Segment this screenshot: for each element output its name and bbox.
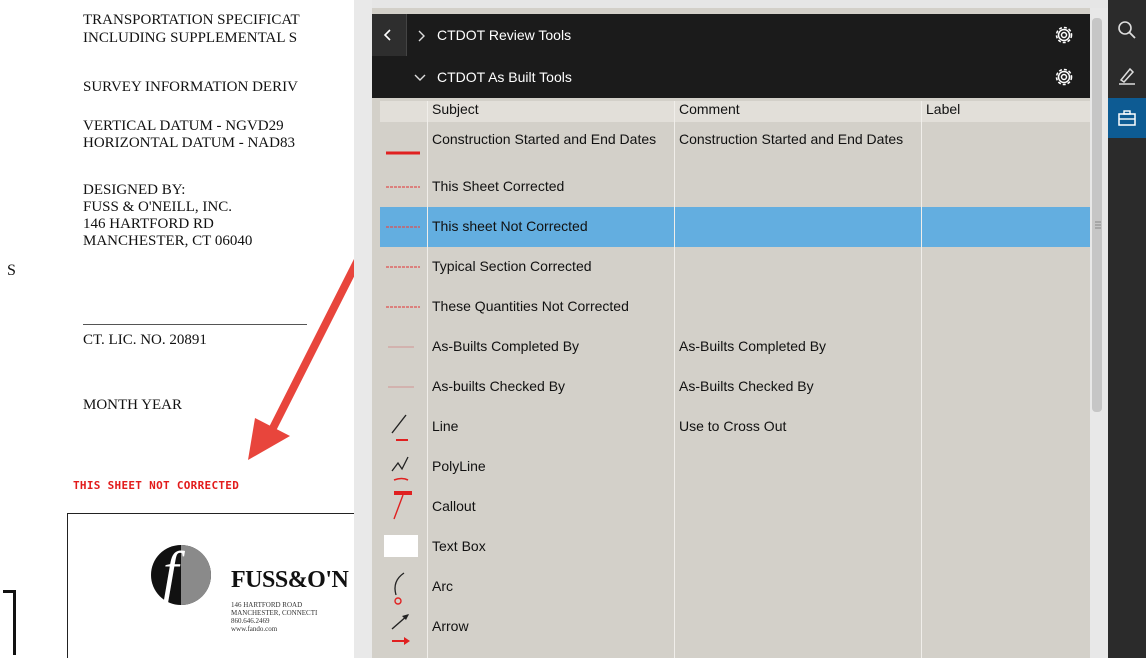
logo-address: 146 HARTFORD ROAD MANCHESTER, CONNECTI 8… (231, 601, 318, 633)
markup-pen-icon (1119, 67, 1135, 85)
search-icon (1118, 21, 1136, 39)
red-callout-arrow (248, 248, 366, 460)
tool-subject: This sheet Not Corrected (432, 218, 588, 234)
scrollbar-thumb[interactable] (1092, 18, 1102, 412)
tool-subject: Line (432, 418, 459, 434)
arc-tool-icon (394, 572, 405, 605)
right-toolbar (1108, 0, 1146, 658)
red-thick-line-icon (386, 151, 420, 155)
grip-icon (1095, 221, 1101, 229)
tool-row[interactable]: As-builts Checked By As-Builts Checked By (380, 367, 1090, 407)
tool-row[interactable]: Construction Started and End Dates Constr… (380, 127, 1090, 167)
tool-subject: PolyLine (432, 458, 486, 474)
tool-chest-panel: CTDOT Review Tools CTDOT As Built Tools … (354, 0, 1108, 658)
red-dashed-line-icon (386, 226, 420, 228)
tool-subject: Text Box (432, 538, 486, 554)
column-divider (921, 101, 922, 658)
chevron-left-icon (383, 29, 391, 41)
tool-comment: Use to Cross Out (679, 418, 787, 434)
tool-comment: Construction Started and End Dates (679, 131, 904, 147)
line-tool-icon (391, 414, 408, 441)
tool-row[interactable]: As-Builts Completed By As-Builts Complete… (380, 327, 1090, 367)
panel-top-strip (372, 0, 1108, 8)
gear-icon[interactable] (1053, 66, 1075, 88)
tool-row[interactable]: These Quantities Not Corrected (380, 287, 1090, 327)
as-built-tools-title: CTDOT As Built Tools (437, 69, 572, 85)
chevron-down-icon[interactable] (414, 73, 426, 83)
logo-letter: f (163, 541, 179, 603)
polyline-tool-icon (391, 456, 409, 481)
tool-row[interactable]: Callout (380, 487, 1090, 527)
review-tools-header[interactable]: CTDOT Review Tools (372, 14, 1090, 56)
column-divider (674, 101, 675, 658)
tool-chest-button[interactable] (1108, 98, 1146, 138)
tool-row[interactable]: Line Use to Cross Out (380, 407, 1090, 447)
red-dashed-line-icon (386, 266, 420, 268)
drawing-border (3, 590, 16, 655)
tool-subject: As-Builts Completed By (432, 338, 580, 354)
tool-row[interactable]: This sheet Not Corrected (380, 207, 1090, 247)
tool-row[interactable]: Arc (380, 567, 1090, 607)
logo-company-name: FUSS&O'N (231, 567, 349, 593)
tool-subject: These Quantities Not Corrected (432, 298, 629, 314)
tool-subject: This Sheet Corrected (432, 178, 565, 194)
gear-icon[interactable] (1053, 24, 1075, 46)
logo-circle-icon (151, 545, 211, 605)
tool-subject: Typical Section Corrected (432, 258, 592, 274)
tool-subject: Construction Started and End Dates (432, 131, 657, 147)
tool-row[interactable]: PolyLine (380, 447, 1090, 487)
chevron-right-icon[interactable] (417, 30, 427, 42)
tool-comment: As-Builts Checked By (679, 378, 814, 394)
review-tools-title: CTDOT Review Tools (437, 27, 572, 43)
tool-comment: As-Builts Completed By (679, 338, 827, 354)
column-header-label[interactable]: Label (926, 101, 960, 122)
tool-row[interactable]: This Sheet Corrected (380, 167, 1090, 207)
panel-edge (354, 0, 372, 658)
faint-line-icon (388, 386, 414, 388)
column-header-subject[interactable]: Subject (432, 101, 479, 122)
red-dashed-line-icon (386, 306, 420, 308)
tool-row[interactable]: Arrow (380, 607, 1090, 647)
markup-button[interactable] (1108, 55, 1146, 95)
tool-subject: Arc (432, 578, 453, 594)
as-built-tools-header[interactable]: CTDOT As Built Tools (372, 56, 1090, 98)
faint-line-icon (388, 346, 414, 348)
collapse-panel-button[interactable] (372, 14, 407, 56)
sheet-not-corrected-stamp[interactable]: THIS SHEET NOT CORRECTED (73, 479, 239, 492)
arrow-tool-icon (391, 614, 410, 645)
text-box-tool-icon (384, 535, 418, 557)
tool-row[interactable]: Text Box (380, 527, 1090, 567)
search-button[interactable] (1108, 10, 1146, 50)
tool-subject: Arrow (432, 618, 469, 634)
toolbox-icon (1118, 110, 1136, 126)
scrollbar[interactable] (1090, 8, 1108, 658)
callout-tool-icon (393, 491, 412, 520)
red-dashed-line-icon (386, 186, 420, 188)
column-divider (427, 101, 428, 658)
tool-subject: Callout (432, 498, 476, 514)
column-header-comment[interactable]: Comment (679, 101, 740, 122)
tool-subject: As-builts Checked By (432, 378, 566, 394)
tool-row[interactable]: Typical Section Corrected (380, 247, 1090, 287)
